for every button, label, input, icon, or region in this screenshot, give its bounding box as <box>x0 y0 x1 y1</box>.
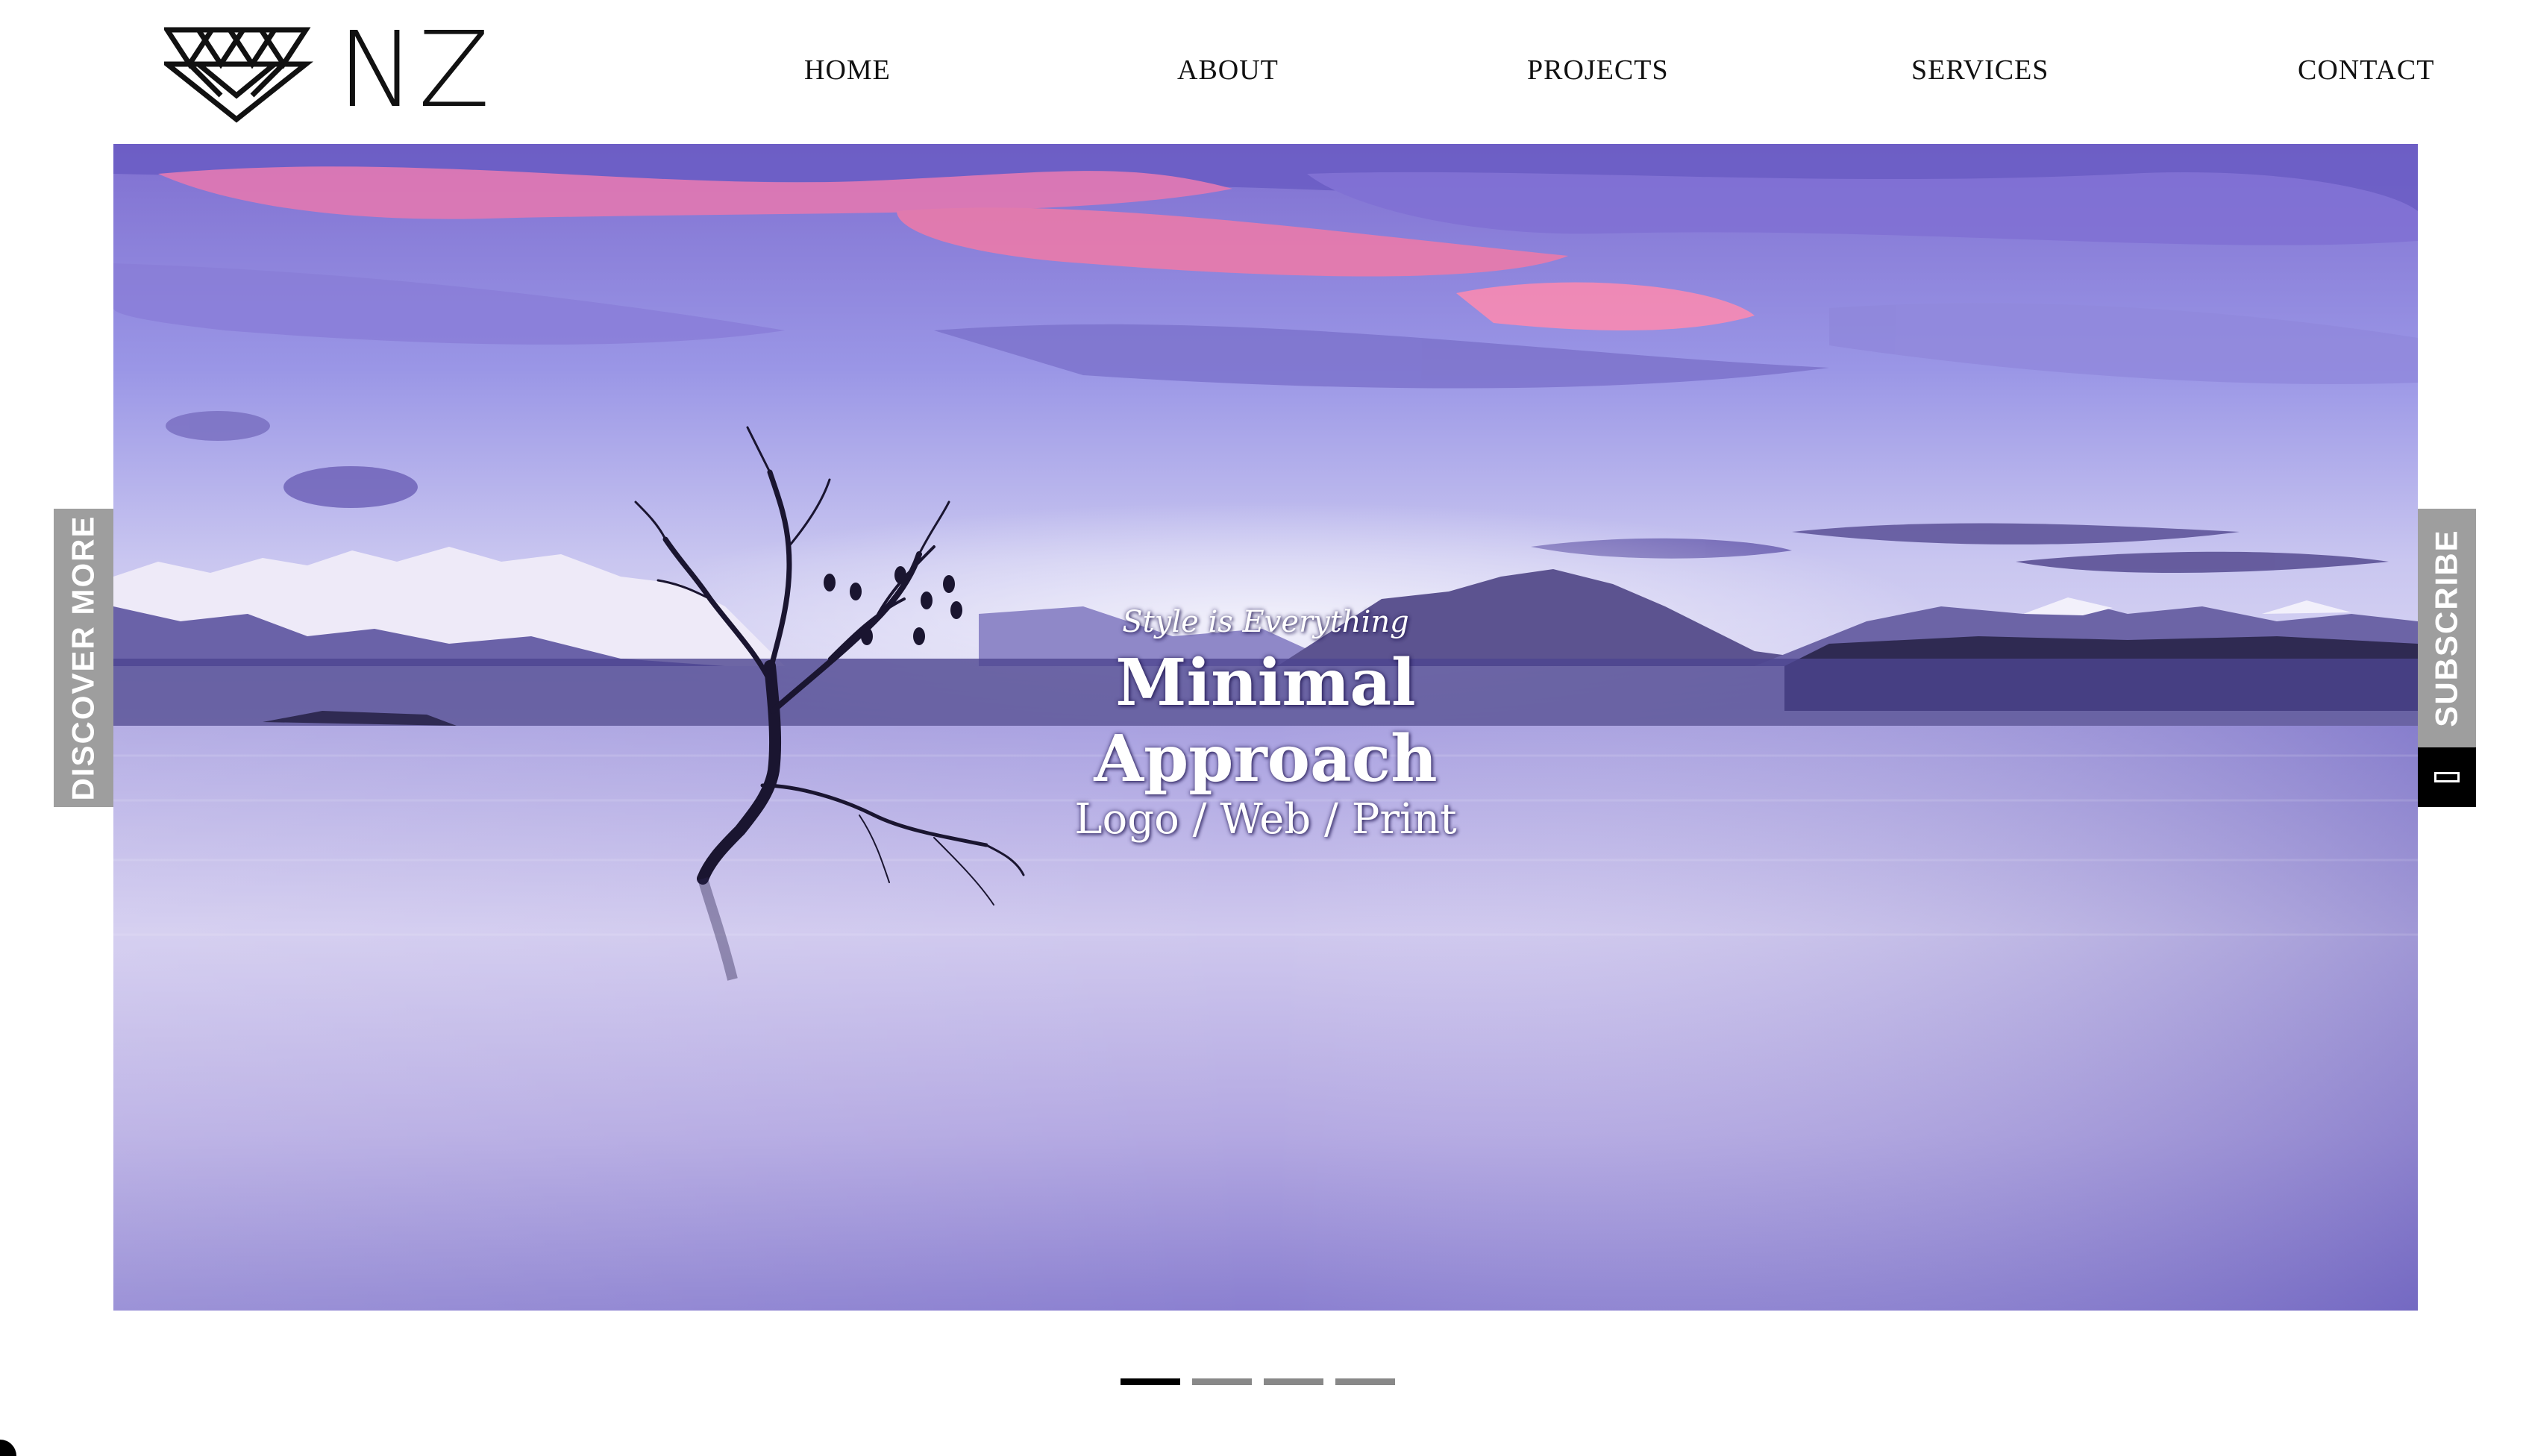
slider-dot-4[interactable] <box>1335 1378 1395 1385</box>
window-corner <box>0 1440 16 1456</box>
slider-dot-2[interactable] <box>1192 1378 1252 1385</box>
lake-tree-sunset-photo <box>113 144 2418 1311</box>
nav-services[interactable]: SERVICES <box>1911 54 2049 87</box>
subscribe-expand-icon <box>2434 772 2460 782</box>
nav-about[interactable]: ABOUT <box>1177 54 1279 87</box>
subscribe-label: SUBSCRIBE <box>2429 529 2464 727</box>
slider-dot-3[interactable] <box>1264 1378 1323 1385</box>
nav-contact[interactable]: CONTACT <box>2298 54 2434 87</box>
hero-slider[interactable]: Style is Everything Minimal Approach Log… <box>113 144 2418 1311</box>
slider-pagination <box>1121 1378 1404 1386</box>
discover-more-tab[interactable]: DISCOVER MORE <box>54 509 113 807</box>
nav-projects[interactable]: PROJECTS <box>1527 54 1669 87</box>
site-header: NZ HOME ABOUT PROJECTS SERVICES CONTACT <box>0 0 2526 144</box>
slider-dot-1[interactable] <box>1121 1378 1180 1385</box>
subscribe-toggle-button[interactable] <box>2418 747 2476 807</box>
nav-home[interactable]: HOME <box>804 54 891 87</box>
discover-more-label: DISCOVER MORE <box>66 515 101 801</box>
subscribe-tab[interactable]: SUBSCRIBE <box>2418 509 2476 747</box>
brand-logo[interactable]: NZ <box>159 15 490 127</box>
brand-name: NZ <box>337 10 493 131</box>
